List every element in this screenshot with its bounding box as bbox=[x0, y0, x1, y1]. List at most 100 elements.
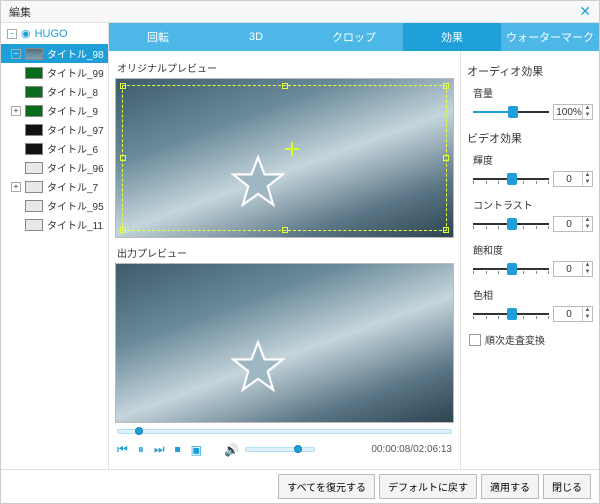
volume-slider[interactable] bbox=[245, 447, 315, 452]
thumbnail bbox=[25, 181, 43, 193]
sidebar-item[interactable]: タイトル_6 bbox=[1, 139, 108, 158]
crop-handle[interactable] bbox=[443, 227, 449, 233]
sidebar-item-label: タイトル_8 bbox=[47, 84, 98, 99]
default-button[interactable]: デフォルトに戻す bbox=[379, 474, 477, 499]
original-preview[interactable] bbox=[115, 78, 454, 238]
sidebar-item[interactable]: + タイトル_9 bbox=[1, 101, 108, 120]
sidebar-item-label: タイトル_96 bbox=[47, 160, 104, 175]
spin-down-icon[interactable]: ▼ bbox=[583, 224, 592, 231]
pause-button[interactable]: ⏸ bbox=[138, 442, 144, 457]
sidebar-item-label: タイトル_6 bbox=[47, 141, 98, 156]
contrast-spinner[interactable]: 0 ▲▼ bbox=[553, 216, 593, 232]
sidebar-item-label: タイトル_9 bbox=[47, 103, 98, 118]
hue-spinner[interactable]: 0 ▲▼ bbox=[553, 306, 593, 322]
spin-down-icon[interactable]: ▼ bbox=[583, 314, 592, 321]
hue-label: 色相 bbox=[467, 287, 593, 302]
crop-handle[interactable] bbox=[282, 83, 288, 89]
output-preview bbox=[115, 263, 454, 423]
close-icon[interactable]: ✕ bbox=[579, 3, 591, 20]
seek-thumb[interactable] bbox=[135, 427, 143, 435]
volume-effect-slider[interactable] bbox=[473, 107, 549, 117]
thumbnail bbox=[25, 162, 43, 174]
sidebar-item[interactable]: タイトル_11 bbox=[1, 215, 108, 234]
sidebar-item-label: タイトル_98 bbox=[47, 46, 104, 61]
thumbnail bbox=[25, 143, 43, 155]
expand-icon[interactable]: + bbox=[11, 182, 21, 192]
close-button[interactable]: 閉じる bbox=[543, 474, 591, 499]
reset-all-button[interactable]: すべてを復元する bbox=[278, 474, 375, 499]
crop-handle[interactable] bbox=[120, 227, 126, 233]
sidebar-item[interactable]: タイトル_97 bbox=[1, 120, 108, 139]
spin-down-icon[interactable]: ▼ bbox=[583, 179, 592, 186]
crop-handle[interactable] bbox=[120, 83, 126, 89]
volume-label: 音量 bbox=[467, 85, 593, 100]
spin-down-icon[interactable]: ▼ bbox=[583, 112, 592, 119]
sidebar-item[interactable]: タイトル_95 bbox=[1, 196, 108, 215]
output-preview-label: 出力プレビュー bbox=[115, 242, 454, 263]
titlebar: 編集 ✕ bbox=[1, 1, 599, 23]
audio-section-label: オーディオ効果 bbox=[467, 63, 593, 79]
star-graphic bbox=[231, 340, 285, 394]
skip-forward-button[interactable]: ⏭ bbox=[154, 442, 165, 457]
saturation-slider[interactable] bbox=[473, 264, 549, 274]
crop-handle[interactable] bbox=[282, 227, 288, 233]
spin-up-icon[interactable]: ▲ bbox=[583, 307, 592, 314]
volume-thumb[interactable] bbox=[294, 445, 302, 453]
sidebar: − ◉ HUGO − タイトル_98 タイトル_99 タイトル_8 + タイトル_9 タイト… bbox=[1, 23, 109, 469]
original-preview-label: オリジナルプレビュー bbox=[115, 57, 454, 78]
brightness-slider[interactable] bbox=[473, 174, 549, 184]
spin-up-icon[interactable]: ▲ bbox=[583, 262, 592, 269]
crop-rect[interactable] bbox=[122, 85, 447, 231]
skip-back-button[interactable]: ⏮ bbox=[117, 442, 128, 457]
sidebar-item[interactable]: タイトル_99 bbox=[1, 63, 108, 82]
crop-handle[interactable] bbox=[120, 155, 126, 161]
tree-root[interactable]: − ◉ HUGO bbox=[1, 23, 108, 44]
seek-bar[interactable] bbox=[111, 425, 458, 436]
deinterlace-label: 順次走査変換 bbox=[485, 332, 545, 347]
contrast-slider[interactable] bbox=[473, 219, 549, 229]
player-controls: ⏮ ⏸ ⏭ ⏹ ▣ 🔊 00:00:08/02:06:13 bbox=[111, 436, 458, 465]
collapse-icon[interactable]: − bbox=[7, 29, 17, 39]
hue-slider[interactable] bbox=[473, 309, 549, 319]
sidebar-item-label: タイトル_7 bbox=[47, 179, 98, 194]
deinterlace-checkbox[interactable] bbox=[469, 334, 481, 346]
apply-button[interactable]: 適用する bbox=[481, 474, 539, 499]
expand-icon[interactable]: − bbox=[11, 49, 21, 59]
stop-button[interactable]: ⏹ bbox=[175, 442, 181, 457]
brightness-spinner[interactable]: 0 ▲▼ bbox=[553, 171, 593, 187]
spin-up-icon[interactable]: ▲ bbox=[583, 105, 592, 112]
thumbnail bbox=[25, 67, 43, 79]
thumbnail bbox=[25, 105, 43, 117]
spin-up-icon[interactable]: ▲ bbox=[583, 217, 592, 224]
tab-crop[interactable]: クロップ bbox=[305, 23, 403, 51]
sidebar-item[interactable]: + タイトル_7 bbox=[1, 177, 108, 196]
tabs: 回転3Dクロップ効果ウォーターマーク bbox=[109, 23, 599, 51]
tree-root-label: HUGO bbox=[35, 28, 68, 40]
volume-spinner[interactable]: 100% ▲▼ bbox=[553, 104, 593, 120]
tab-rotate[interactable]: 回転 bbox=[109, 23, 207, 51]
tab-watermark[interactable]: ウォーターマーク bbox=[501, 23, 599, 51]
time-display: 00:00:08/02:06:13 bbox=[371, 444, 452, 455]
crop-handle[interactable] bbox=[443, 155, 449, 161]
thumbnail bbox=[25, 86, 43, 98]
expand-icon[interactable]: + bbox=[11, 106, 21, 116]
effects-panel: オーディオ効果 音量 100% ▲▼ ビデオ効果 輝度 bbox=[461, 51, 599, 469]
preview-panel: オリジナルプレビュー bbox=[109, 51, 461, 469]
crop-handle[interactable] bbox=[443, 83, 449, 89]
sidebar-item-label: タイトル_97 bbox=[47, 122, 104, 137]
spin-down-icon[interactable]: ▼ bbox=[583, 269, 592, 276]
sidebar-item[interactable]: − タイトル_98 bbox=[1, 44, 108, 63]
window-title: 編集 bbox=[9, 4, 31, 20]
tab-3d[interactable]: 3D bbox=[207, 23, 305, 51]
spin-up-icon[interactable]: ▲ bbox=[583, 172, 592, 179]
sidebar-item-label: タイトル_11 bbox=[47, 217, 103, 232]
tab-effect[interactable]: 効果 bbox=[403, 23, 501, 51]
saturation-spinner[interactable]: 0 ▲▼ bbox=[553, 261, 593, 277]
volume-icon[interactable]: 🔊 bbox=[224, 443, 239, 457]
thumbnail bbox=[25, 124, 43, 136]
sidebar-item[interactable]: タイトル_8 bbox=[1, 82, 108, 101]
saturation-label: 飽和度 bbox=[467, 242, 593, 257]
contrast-label: コントラスト bbox=[467, 197, 593, 212]
snapshot-button[interactable]: ▣ bbox=[191, 443, 202, 457]
sidebar-item[interactable]: タイトル_96 bbox=[1, 158, 108, 177]
